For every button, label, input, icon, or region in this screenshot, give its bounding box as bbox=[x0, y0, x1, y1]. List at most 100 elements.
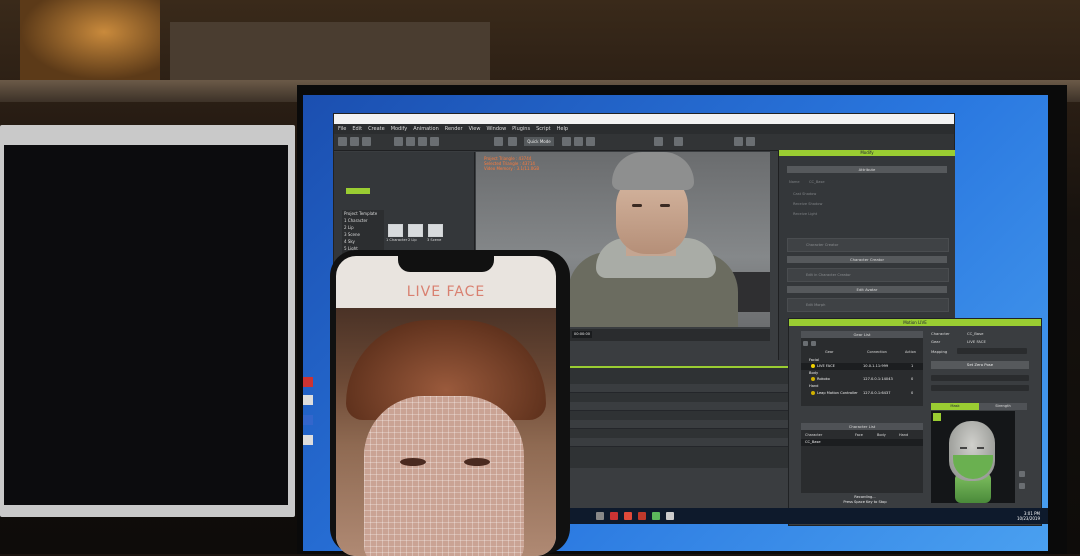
gear-row[interactable]: LIVE FACE 10.0.1.11:999 1 bbox=[801, 363, 923, 370]
edit-avatar-section[interactable]: Edit Avatar bbox=[787, 286, 947, 293]
taskbar-app-icon[interactable] bbox=[638, 512, 646, 520]
mapping-option[interactable] bbox=[931, 375, 1029, 381]
character-value: CC_Base bbox=[967, 331, 984, 336]
gear-list-title: Gear List bbox=[801, 331, 923, 338]
gear-device: Leap Motion Controller bbox=[817, 391, 858, 395]
col-gear: Gear bbox=[825, 350, 834, 354]
content-tile-character[interactable] bbox=[388, 224, 403, 237]
desktop-icon-folder[interactable] bbox=[303, 435, 313, 445]
open-icon[interactable] bbox=[350, 137, 359, 146]
scale-icon[interactable] bbox=[430, 137, 439, 146]
menu-view[interactable]: View bbox=[469, 126, 481, 132]
edit-in-cc-button[interactable]: Edit in Character Creator bbox=[787, 268, 949, 282]
move-icon[interactable] bbox=[406, 137, 415, 146]
tree-item[interactable]: 1 Character bbox=[344, 217, 384, 224]
content-tile-label: 2 Lip bbox=[408, 238, 417, 242]
save-icon[interactable] bbox=[362, 137, 371, 146]
face-mask-preview[interactable] bbox=[931, 411, 1015, 503]
menu-bar: File Edit Create Modify Animation Render View W… bbox=[334, 124, 954, 134]
menu-render[interactable]: Render bbox=[445, 126, 463, 132]
menu-create[interactable]: Create bbox=[368, 126, 385, 132]
motion-live-icon[interactable] bbox=[674, 137, 683, 146]
name-value[interactable]: CC_Base bbox=[809, 180, 825, 184]
taskbar-app-icon[interactable] bbox=[666, 512, 674, 520]
character-creator-section[interactable]: Character Creator bbox=[787, 256, 947, 263]
preview-eye bbox=[960, 447, 967, 449]
zoom-icon[interactable] bbox=[586, 137, 595, 146]
menu-edit[interactable]: Edit bbox=[352, 126, 362, 132]
brush-icon[interactable] bbox=[746, 137, 755, 146]
tree-item[interactable]: 2 Lip bbox=[344, 224, 384, 231]
status-dot-icon bbox=[811, 364, 815, 368]
select-icon[interactable] bbox=[394, 137, 403, 146]
attribute-section[interactable]: Attribute bbox=[787, 166, 947, 173]
camera-icon[interactable] bbox=[494, 137, 503, 146]
menu-animation[interactable]: Animation bbox=[413, 126, 439, 132]
character-list-title: Character List bbox=[801, 423, 923, 430]
tree-item[interactable]: 3 Scene bbox=[344, 231, 384, 238]
face-tracking-mesh bbox=[364, 396, 524, 556]
remove-gear-icon[interactable] bbox=[811, 341, 816, 346]
gear-connection: 10.0.1.11:999 bbox=[863, 364, 889, 368]
character-creator-button[interactable]: Character Creator bbox=[787, 238, 949, 252]
pan-icon[interactable] bbox=[574, 137, 583, 146]
trash-icon[interactable] bbox=[1019, 483, 1025, 489]
desktop-icon-app[interactable] bbox=[303, 395, 313, 405]
taskbar-app-icon[interactable] bbox=[624, 512, 632, 520]
content-tile-lip[interactable] bbox=[408, 224, 423, 237]
desktop-icon-pdf[interactable] bbox=[303, 377, 313, 387]
character-row[interactable]: CC_Base bbox=[801, 439, 923, 446]
rotate-icon[interactable] bbox=[418, 137, 427, 146]
window-glow bbox=[20, 0, 160, 80]
menu-window[interactable]: Window bbox=[486, 126, 506, 132]
taskbar-search-icon[interactable] bbox=[596, 512, 604, 520]
taskbar-app-icon[interactable] bbox=[652, 512, 660, 520]
tree-item[interactable]: 4 Sky bbox=[344, 238, 384, 245]
set-zero-pose-button[interactable]: Set Zero Pose bbox=[931, 361, 1029, 369]
gear-row[interactable]: Rokoko 127.0.0.1:14043 0 bbox=[801, 376, 923, 383]
cast-shadow-check[interactable]: Cast Shadow bbox=[793, 192, 816, 196]
mapping-option[interactable] bbox=[931, 385, 1029, 391]
desktop-icon-media[interactable] bbox=[303, 415, 313, 425]
motion-live-title: Motion LIVE bbox=[789, 319, 1041, 326]
col-body: Body bbox=[877, 433, 886, 437]
menu-plugins[interactable]: Plugins bbox=[512, 126, 530, 132]
settings-icon[interactable] bbox=[734, 137, 743, 146]
status-dot-icon bbox=[811, 377, 815, 381]
receive-light-check[interactable]: Receive Light bbox=[793, 212, 817, 216]
phone-screen: LIVE FACE bbox=[336, 256, 556, 556]
edit-morph-button[interactable]: Edit Morph bbox=[787, 298, 949, 312]
shelf-box bbox=[170, 22, 490, 82]
system-clock[interactable]: 3:01 PM 10/23/2019 bbox=[1017, 511, 1040, 521]
time-field[interactable]: 00:00:00 bbox=[572, 331, 592, 338]
taskbar-app-icon[interactable] bbox=[610, 512, 618, 520]
mask-tab[interactable]: Mask bbox=[931, 403, 979, 410]
target-icon[interactable] bbox=[933, 413, 941, 421]
menu-file[interactable]: File bbox=[338, 126, 346, 132]
content-tab-template[interactable] bbox=[346, 188, 370, 194]
light-icon[interactable] bbox=[508, 137, 517, 146]
modify-title: Modify bbox=[779, 150, 955, 156]
taskbar: 3:01 PM 10/23/2019 bbox=[560, 508, 1048, 524]
mask-option-icon[interactable] bbox=[1019, 471, 1025, 477]
stat-line: Video Memory : 3.1/11.0GB bbox=[484, 166, 540, 171]
gear-device: LIVE FACE bbox=[817, 364, 835, 368]
tree-item[interactable]: Project Template bbox=[344, 210, 384, 217]
new-project-icon[interactable] bbox=[338, 137, 347, 146]
menu-script[interactable]: Script bbox=[536, 126, 551, 132]
strength-tab[interactable]: Strength bbox=[979, 403, 1027, 410]
character-name: CC_Base bbox=[805, 440, 821, 444]
home-view-icon[interactable] bbox=[562, 137, 571, 146]
gear-value: LIVE FACE bbox=[967, 339, 986, 344]
menu-help[interactable]: Help bbox=[557, 126, 568, 132]
add-gear-icon[interactable] bbox=[803, 341, 808, 346]
main-toolbar: Quick Mode bbox=[334, 134, 954, 151]
mode-dropdown[interactable]: Quick Mode bbox=[524, 137, 554, 146]
render-icon[interactable] bbox=[654, 137, 663, 146]
gear-row[interactable]: Leap Motion Controller 127.0.0.1:6437 0 bbox=[801, 390, 923, 397]
menu-modify[interactable]: Modify bbox=[391, 126, 408, 132]
receive-shadow-check[interactable]: Receive Shadow bbox=[793, 202, 822, 206]
content-tile-scene[interactable] bbox=[428, 224, 443, 237]
mapping-dropdown[interactable] bbox=[957, 348, 1027, 354]
content-tile-label: 1 Character bbox=[386, 238, 408, 242]
